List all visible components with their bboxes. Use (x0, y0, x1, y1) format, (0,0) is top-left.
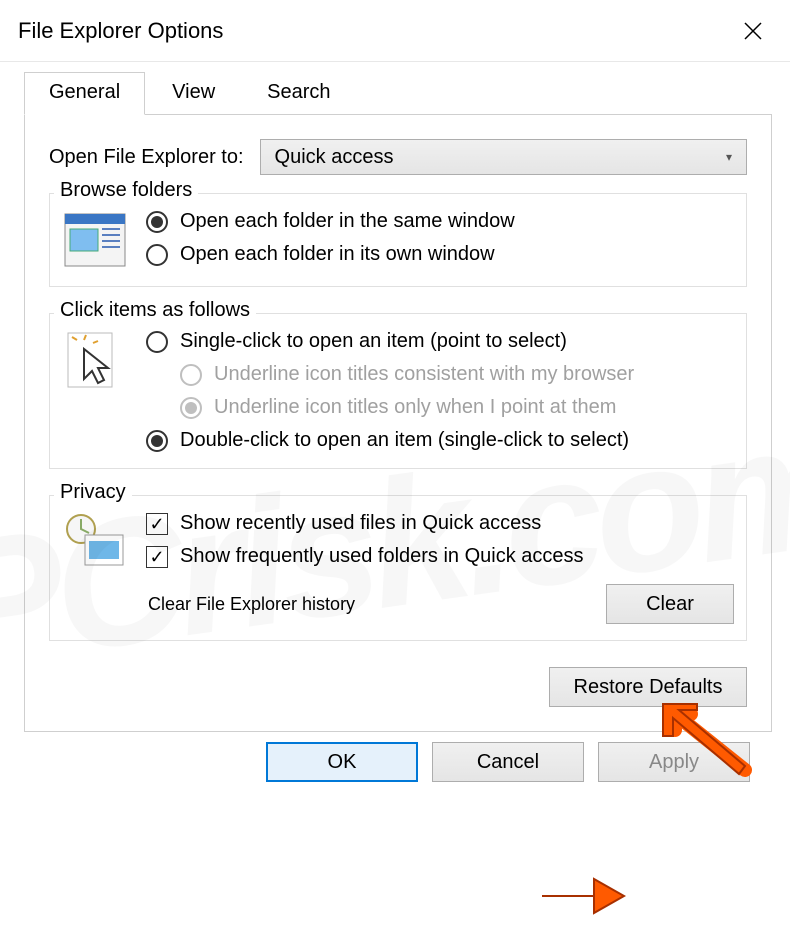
radio-underline-point (180, 397, 202, 419)
folder-window-icon (62, 210, 128, 270)
close-icon (744, 22, 762, 40)
tab-panel-general: Open File Explorer to: Quick access ▾ Br… (24, 115, 772, 732)
checkbox-recent-files[interactable]: ✓ (146, 513, 168, 535)
group-click-items: Click items as follows Single-click to o… (49, 313, 747, 469)
radio-double-click[interactable] (146, 430, 168, 452)
label-same-window: Open each folder in the same window (180, 210, 515, 233)
group-privacy: Privacy ✓ Show recently used files in Qu… (49, 495, 747, 641)
radio-row-own-window[interactable]: Open each folder in its own window (146, 243, 515, 266)
radio-single-click[interactable] (146, 331, 168, 353)
group-title-privacy: Privacy (54, 481, 132, 504)
group-title-click: Click items as follows (54, 299, 256, 322)
clear-button[interactable]: Clear (606, 584, 734, 624)
close-button[interactable] (730, 8, 776, 54)
group-browse-folders: Browse folders Open each folder in the s… (49, 193, 747, 287)
radio-row-underline-point: Underline icon titles only when I point … (180, 396, 634, 419)
group-title-browse: Browse folders (54, 179, 198, 202)
checkbox-frequent-folders[interactable]: ✓ (146, 546, 168, 568)
label-underline-consistent: Underline icon titles consistent with my… (214, 363, 634, 386)
chevron-down-icon: ▾ (726, 150, 732, 164)
cancel-button[interactable]: Cancel (432, 742, 584, 782)
radio-row-underline-consistent: Underline icon titles consistent with my… (180, 363, 634, 386)
label-recent-files: Show recently used files in Quick access (180, 512, 541, 535)
tab-general[interactable]: General (24, 72, 145, 115)
label-frequent-folders: Show frequently used folders in Quick ac… (180, 545, 584, 568)
arrow-annotation-apply (538, 871, 628, 921)
check-row-frequent-folders[interactable]: ✓ Show frequently used folders in Quick … (146, 545, 734, 568)
ok-button[interactable]: OK (266, 742, 418, 782)
dialog-footer: OK Cancel Apply (24, 732, 772, 782)
label-underline-point: Underline icon titles only when I point … (214, 396, 616, 419)
restore-defaults-button[interactable]: Restore Defaults (549, 667, 747, 707)
label-double-click: Double-click to open an item (single-cli… (180, 429, 629, 452)
window-title: File Explorer Options (18, 18, 223, 44)
tabs: General View Search (24, 72, 772, 115)
radio-underline-consistent (180, 364, 202, 386)
open-to-value: Quick access (275, 146, 394, 169)
label-single-click: Single-click to open an item (point to s… (180, 330, 567, 353)
apply-button[interactable]: Apply (598, 742, 750, 782)
radio-row-same-window[interactable]: Open each folder in the same window (146, 210, 515, 233)
clear-history-label: Clear File Explorer history (148, 594, 355, 615)
check-row-recent-files[interactable]: ✓ Show recently used files in Quick acce… (146, 512, 734, 535)
cursor-click-icon (62, 330, 128, 390)
radio-row-double-click[interactable]: Double-click to open an item (single-cli… (146, 429, 634, 452)
tab-search[interactable]: Search (242, 72, 355, 114)
open-to-select[interactable]: Quick access ▾ (260, 139, 747, 175)
radio-own-window[interactable] (146, 244, 168, 266)
tab-view[interactable]: View (147, 72, 240, 114)
title-bar: File Explorer Options (0, 0, 790, 62)
open-to-label: Open File Explorer to: (49, 146, 244, 169)
radio-same-window[interactable] (146, 211, 168, 233)
label-own-window: Open each folder in its own window (180, 243, 495, 266)
radio-row-single-click[interactable]: Single-click to open an item (point to s… (146, 330, 634, 353)
privacy-history-icon (62, 512, 128, 572)
